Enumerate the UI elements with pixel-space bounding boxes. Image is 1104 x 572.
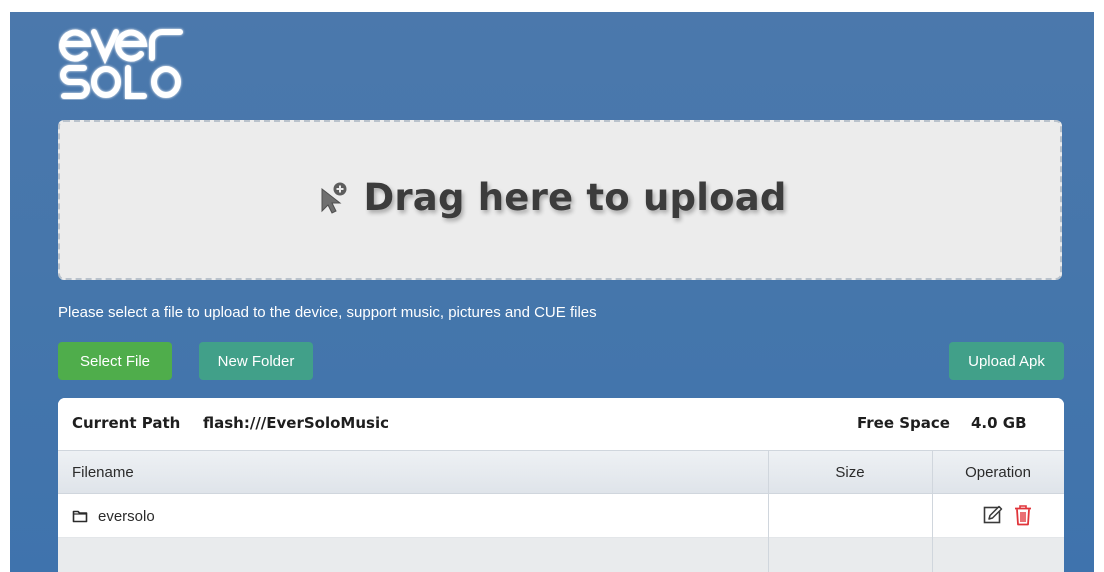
trash-icon[interactable] [1012,503,1034,527]
column-header-size[interactable]: Size [768,451,932,493]
upload-apk-button[interactable]: Upload Apk [949,342,1064,380]
table-row-empty [58,538,1064,572]
pointer-plus-icon [321,182,347,214]
eversolo-logo [59,29,183,99]
table-header: Filename Size Operation [58,450,1064,494]
column-divider [932,450,933,572]
column-header-filename[interactable]: Filename [72,451,134,493]
column-divider [768,450,769,572]
current-path-value: flash:///EverSoloMusic [203,414,389,432]
row-operations [982,503,1034,527]
dropzone-content: Drag here to upload [319,176,786,219]
new-folder-button[interactable]: New Folder [199,342,313,380]
upload-hint: Please select a file to upload to the de… [58,304,597,321]
path-bar: Current Path flash:///EverSoloMusic Free… [58,398,1064,450]
table-row[interactable]: eversolo [58,494,1064,538]
filename-text[interactable]: eversolo [98,508,155,525]
folder-icon [72,510,88,523]
filename-cell: eversolo [72,494,155,538]
dropzone-label: Drag here to upload [363,175,787,219]
column-header-operation: Operation [965,463,1031,481]
file-table: Current Path flash:///EverSoloMusic Free… [58,398,1064,572]
page: Drag here to upload Please select a file… [0,0,1104,572]
edit-icon[interactable] [982,503,1004,527]
free-space-label: Free Space [857,414,950,432]
current-path-label: Current Path [72,414,181,432]
upload-dropzone[interactable]: Drag here to upload [58,120,1062,280]
free-space-value: 4.0 GB [971,414,1027,432]
select-file-button[interactable]: Select File [58,342,172,380]
